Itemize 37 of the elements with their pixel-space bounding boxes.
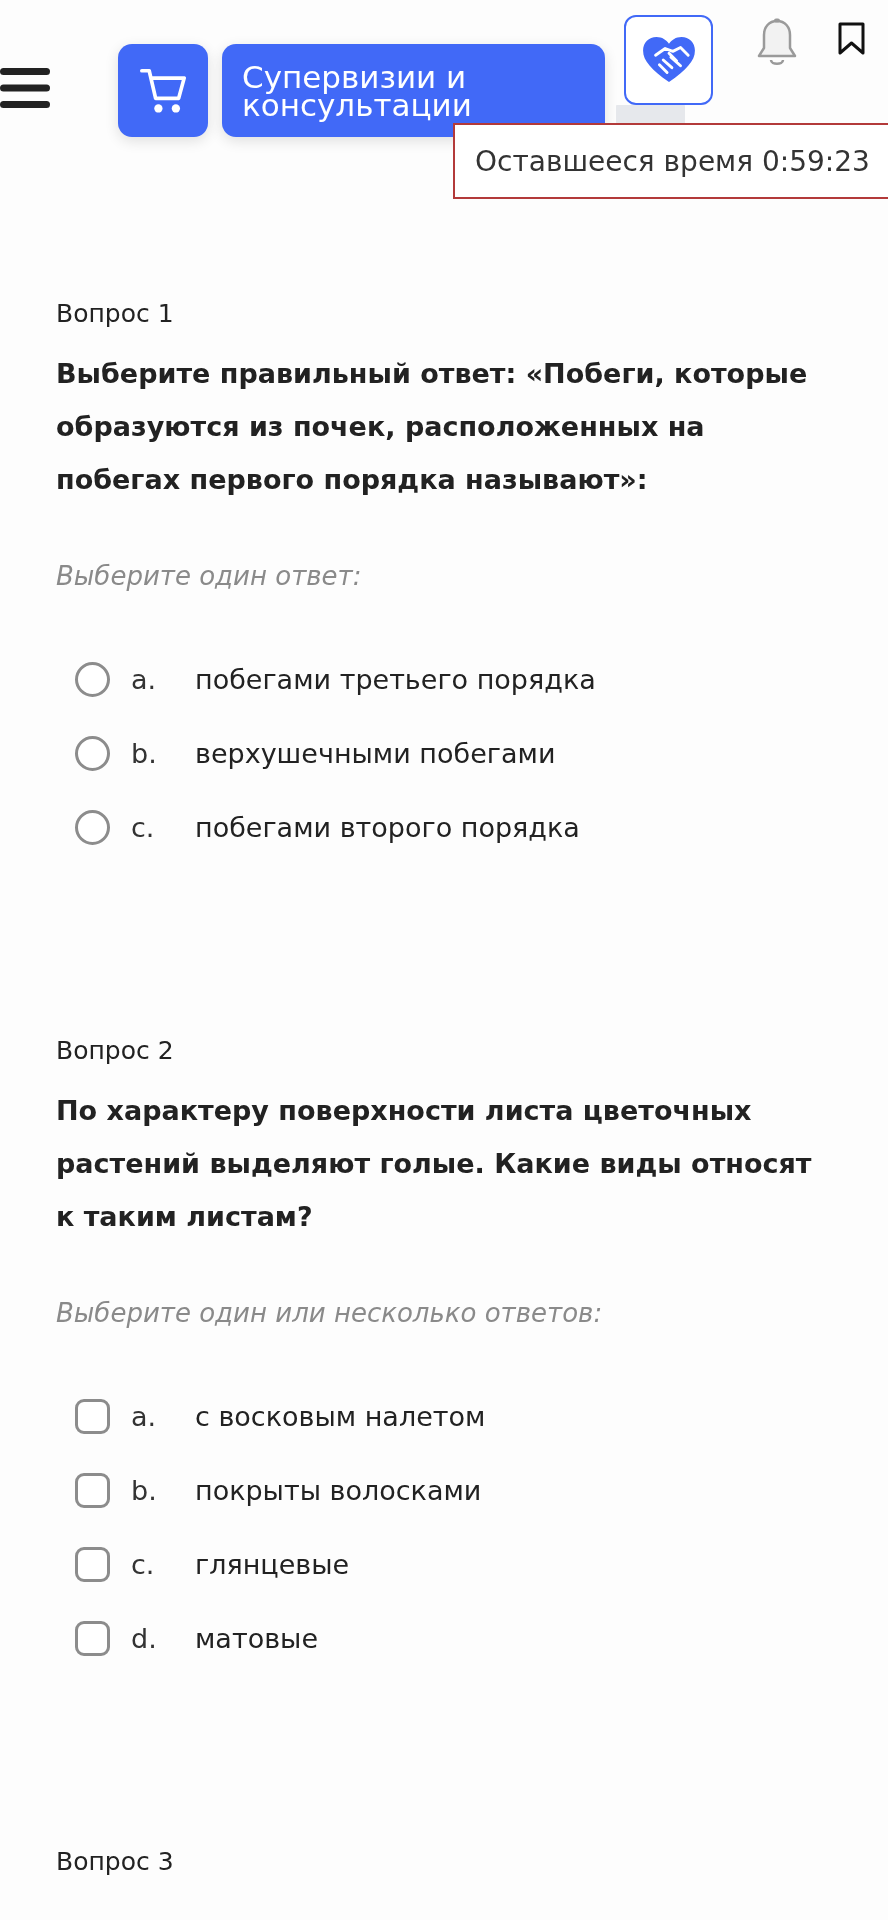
heart-handshake-icon bbox=[641, 36, 696, 84]
option-text: матовые bbox=[195, 1622, 318, 1654]
question-number: Вопрос 2 bbox=[56, 1035, 175, 1067]
timer-tooltip: Оставшееся время 0:59:23 bbox=[453, 123, 888, 199]
option-text: с восковым налетом bbox=[195, 1400, 486, 1432]
option-letter: b. bbox=[131, 737, 158, 769]
option-text: побегами третьего порядка bbox=[195, 663, 596, 695]
question-number: Вопрос 3 bbox=[56, 1846, 175, 1878]
option-letter: c. bbox=[131, 811, 156, 843]
cart-button[interactable] bbox=[118, 44, 208, 137]
radio-button[interactable] bbox=[75, 735, 110, 771]
supervision-button[interactable]: Супервизии и консультации bbox=[222, 44, 605, 137]
partner-button[interactable] bbox=[624, 15, 713, 105]
radio-button[interactable] bbox=[75, 809, 110, 845]
option-letter: c. bbox=[131, 1548, 156, 1580]
answer-instruction: Выберите один ответ: bbox=[56, 560, 363, 593]
option-text: верхушечными побегами bbox=[195, 737, 556, 769]
question-number: Вопрос 1 bbox=[56, 298, 175, 330]
cart-icon bbox=[140, 66, 186, 115]
option-text: покрыты волосками bbox=[195, 1474, 482, 1506]
bookmark-icon[interactable] bbox=[838, 22, 865, 55]
notification-bell-icon[interactable] bbox=[756, 18, 798, 68]
checkbox[interactable] bbox=[75, 1398, 110, 1434]
checkbox[interactable] bbox=[75, 1620, 110, 1656]
option-letter: a. bbox=[131, 1400, 158, 1432]
checkbox[interactable] bbox=[75, 1546, 110, 1582]
radio-button[interactable] bbox=[75, 661, 110, 697]
menu-icon[interactable] bbox=[0, 66, 50, 110]
option-letter: d. bbox=[131, 1622, 158, 1654]
option-text: глянцевые bbox=[195, 1548, 350, 1580]
checkbox[interactable] bbox=[75, 1472, 110, 1508]
question-text: Выберите правильный ответ: «Побеги, которые образуются из почек, расположенных на побегах первого порядка называют»: bbox=[56, 357, 809, 497]
option-text: побегами второго порядка bbox=[195, 811, 580, 843]
question-text: По характеру поверхности листа цветочных растений выделяют голые. Какие виды относят к таким листам? bbox=[56, 1094, 813, 1234]
option-letter: a. bbox=[131, 663, 158, 695]
answer-instruction: Выберите один или несколько ответов: bbox=[56, 1297, 604, 1330]
option-letter: b. bbox=[131, 1474, 158, 1506]
